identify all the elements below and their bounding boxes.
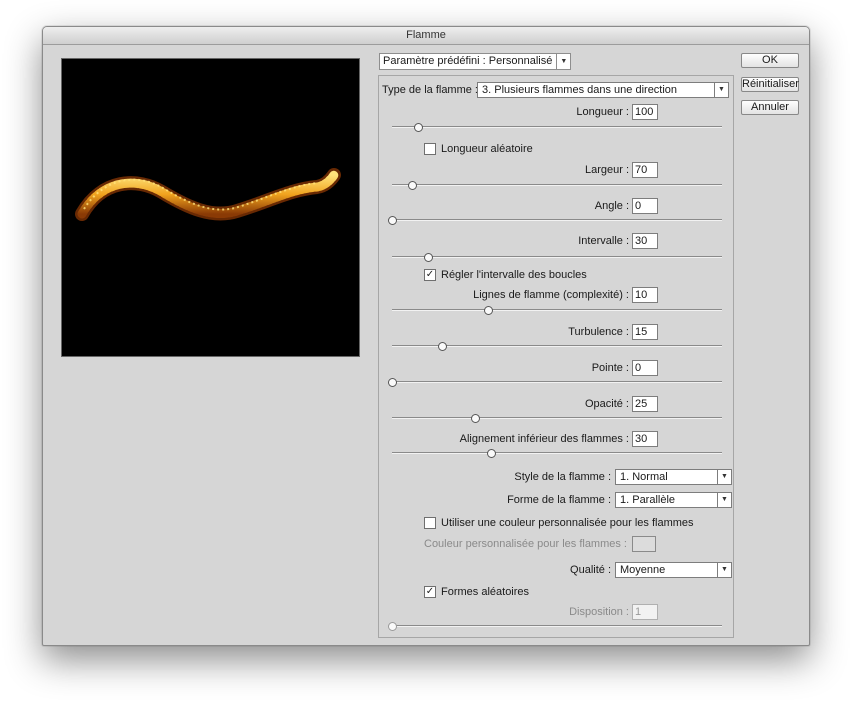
slider-track [392,256,722,258]
custom-color-checkbox[interactable] [424,517,436,529]
slider-thumb[interactable] [388,378,397,387]
angle-input[interactable]: 0 [632,198,658,214]
slider-track [392,625,722,627]
flame-type-select[interactable]: 3. Plusieurs flammes dans une direction … [477,82,729,98]
custom-color-swatch[interactable] [632,536,656,552]
angle-label: Angle : [594,200,629,212]
arrangement-input[interactable]: 1 [632,604,658,620]
slider-track [392,219,722,221]
arrangement-slider[interactable] [388,622,722,631]
random-length-checkbox[interactable] [424,143,436,155]
cancel-button[interactable]: Annuler [741,100,799,115]
bottom-alignment-label: Alignement inférieur des flammes : [459,433,629,445]
slider-track [392,184,722,186]
preset-select[interactable]: Paramètre prédéfini : Personnalisé ▼ [379,53,572,70]
slider-thumb[interactable] [470,414,480,423]
bottom-alignment-input[interactable]: 30 [632,431,658,447]
tip-input[interactable]: 0 [632,360,658,376]
slider-thumb[interactable] [407,181,417,190]
flame-type-label: Type de la flamme : [382,84,478,96]
custom-color-swatch-label: Couleur personnalisée pour les flammes : [424,538,627,550]
interval-input[interactable]: 30 [632,233,658,249]
adjust-interval-label: Régler l'intervalle des boucles [441,269,587,281]
chevron-down-icon: ▼ [556,54,570,69]
quality-label: Qualité : [570,564,611,576]
quality-select[interactable]: Moyenne ▼ [615,562,732,578]
interval-label: Intervalle : [578,235,629,247]
flame-lines-input[interactable]: 10 [632,287,658,303]
flame-type-value: 3. Plusieurs flammes dans une direction [482,84,678,96]
adjust-interval-checkbox[interactable]: ✓ [424,269,436,281]
flame-shape-label: Forme de la flamme : [507,494,611,506]
window-title: Flamme [43,27,809,45]
ok-button[interactable]: OK [741,53,799,68]
slider-thumb[interactable] [483,306,493,315]
flame-dialog: Flamme Paramètre prédéfini : Personnalis… [42,26,810,646]
flame-preview-image [75,168,341,221]
slider-track [392,381,722,383]
slider-thumb[interactable] [437,342,447,351]
flame-style-value: 1. Normal [620,471,668,483]
width-label: Largeur : [584,164,629,176]
slider-track [392,126,722,128]
quality-value: Moyenne [620,564,666,576]
flame-preview [61,58,360,357]
random-shapes-checkbox[interactable]: ✓ [424,586,436,598]
slider-track [392,309,722,311]
custom-color-label: Utiliser une couleur personnalisée pour … [441,517,694,529]
angle-slider[interactable] [388,216,722,225]
turbulence-slider[interactable] [392,342,722,351]
length-slider[interactable] [392,123,722,132]
flame-lines-label: Lignes de flamme (complexité) : [473,289,629,301]
reset-button[interactable]: Réinitialiser [741,77,799,92]
arrangement-label: Disposition : [569,606,629,618]
chevron-down-icon: ▼ [717,470,731,484]
slider-thumb[interactable] [388,622,397,631]
interval-slider[interactable] [392,253,722,262]
random-shapes-label: Formes aléatoires [441,586,530,598]
chevron-down-icon: ▼ [714,83,728,97]
chevron-down-icon: ▼ [717,493,731,507]
opacity-slider[interactable] [392,414,722,423]
width-slider[interactable] [392,181,722,190]
bottom-alignment-slider[interactable] [392,449,722,458]
chevron-down-icon: ▼ [717,563,731,577]
slider-track [392,417,722,419]
opacity-input[interactable]: 25 [632,396,658,412]
slider-thumb[interactable] [487,449,496,458]
flame-style-label: Style de la flamme : [514,471,611,483]
flame-shape-value: 1. Parallèle [620,494,676,506]
flame-shape-select[interactable]: 1. Parallèle ▼ [615,492,732,508]
slider-track [392,452,722,454]
preset-select-label: Paramètre prédéfini : Personnalisé [383,55,553,67]
turbulence-input[interactable]: 15 [632,324,658,340]
flame-style-select[interactable]: 1. Normal ▼ [615,469,732,485]
length-label: Longueur : [576,106,629,118]
tip-slider[interactable] [388,378,722,387]
flame-lines-slider[interactable] [392,306,722,315]
slider-thumb[interactable] [414,123,424,132]
length-input[interactable]: 100 [632,104,658,120]
opacity-label: Opacité : [584,398,629,410]
slider-thumb[interactable] [424,253,434,262]
random-length-label: Longueur aléatoire [441,143,533,155]
slider-thumb[interactable] [388,216,397,225]
settings-panel: Type de la flamme : 3. Plusieurs flammes… [378,75,734,638]
width-input[interactable]: 70 [632,162,658,178]
turbulence-label: Turbulence : [568,326,629,338]
tip-label: Pointe : [591,362,629,374]
